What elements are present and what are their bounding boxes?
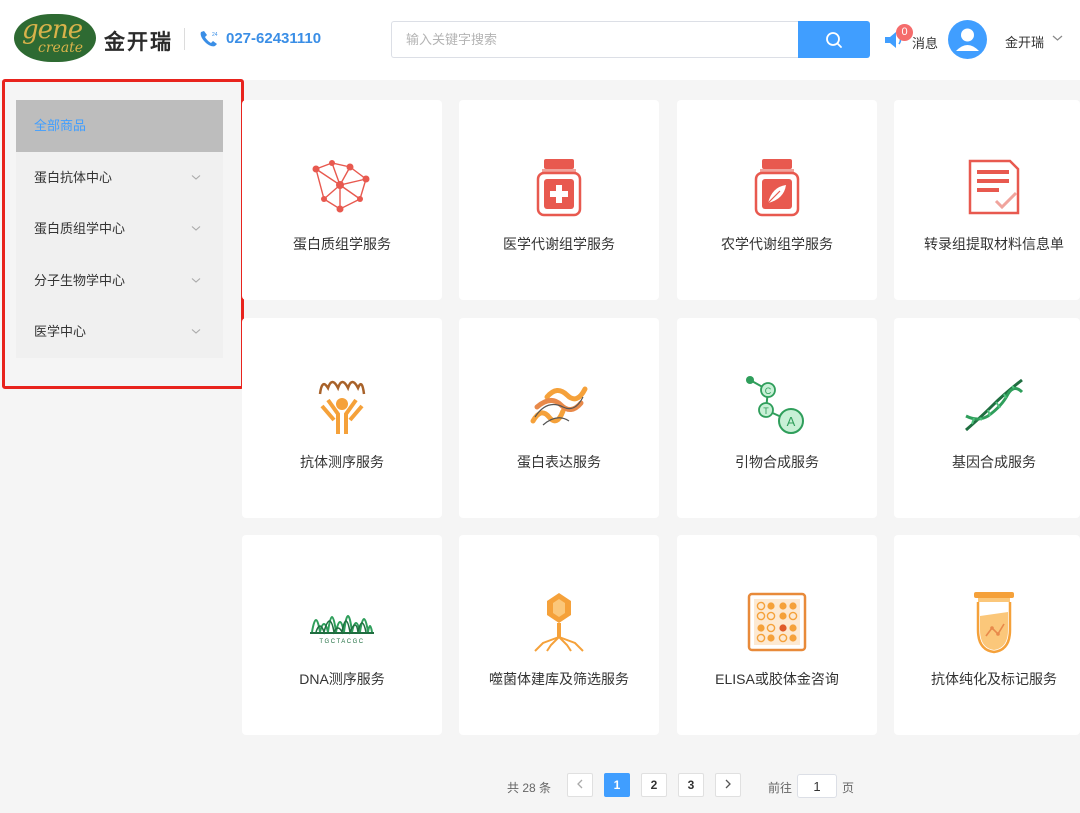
product-title: 蛋白质组学服务 — [293, 236, 391, 252]
brand-name: 金开瑞 — [104, 29, 173, 54]
product-title: 蛋白表达服务 — [517, 454, 601, 470]
svg-text:C: C — [765, 386, 772, 396]
dna-helix-icon — [965, 378, 1024, 432]
messages-button[interactable]: 0 消息 — [884, 24, 944, 56]
protein-network-icon — [312, 160, 370, 213]
primer-chain-icon: C T A — [746, 376, 804, 434]
product-title: DNA测序服务 — [299, 671, 385, 687]
user-icon — [956, 28, 979, 51]
chevron-down-icon — [191, 277, 201, 283]
prev-page-button[interactable] — [567, 773, 593, 797]
search-icon — [826, 31, 842, 48]
sequencing-label: TGCTACGC — [319, 639, 364, 645]
chevron-down-icon — [191, 174, 201, 180]
product-title: 基因合成服务 — [952, 454, 1036, 470]
sidebar-item-label: 全部商品 — [34, 118, 87, 133]
product-title: 医学代谢组学服务 — [503, 236, 615, 252]
search-button[interactable] — [798, 21, 870, 58]
document-form-icon — [968, 159, 1020, 215]
next-page-button[interactable] — [715, 773, 741, 797]
product-card-phage-library[interactable]: 噬菌体建库及筛选服务 — [459, 535, 659, 735]
sidebar-item-label: 蛋白抗体中心 — [34, 169, 113, 185]
product-title: 引物合成服务 — [735, 454, 819, 470]
pagination: 共 28 条 1 2 3 前往 页 — [0, 772, 1080, 802]
product-card-gene-synthesis[interactable]: 基因合成服务 — [894, 318, 1080, 518]
sidebar-item-molecular-biology[interactable]: 分子生物学中心 — [16, 255, 223, 307]
antibody-icon — [318, 380, 366, 434]
message-count-badge: 0 — [896, 24, 913, 41]
product-card-proteomics[interactable]: 蛋白质组学服务 — [242, 100, 442, 300]
category-sidebar: 全部商品 蛋白抗体中心 蛋白质组学中心 分子生物学中心 医学中心 — [16, 100, 223, 358]
goto-label: 前往 — [768, 781, 793, 795]
svg-text:A: A — [787, 414, 796, 429]
pagination-total: 共 28 条 — [507, 781, 552, 795]
page-button-3[interactable]: 3 — [678, 773, 704, 797]
phage-icon — [534, 593, 584, 652]
product-card-dna-sequencing[interactable]: TGCTACGC DNA测序服务 — [242, 535, 442, 735]
product-title: 抗体纯化及标记服务 — [931, 671, 1057, 687]
product-card-agri-metabolomics[interactable]: 农学代谢组学服务 — [677, 100, 877, 300]
sidebar-item-label: 医学中心 — [34, 324, 87, 339]
product-card-medical-metabolomics[interactable]: 医学代谢组学服务 — [459, 100, 659, 300]
test-tube-icon — [974, 592, 1014, 654]
product-card-protein-expression[interactable]: 蛋白表达服务 — [459, 318, 659, 518]
product-title: ELISA或胶体金咨询 — [715, 671, 839, 687]
agri-bottle-icon — [754, 159, 800, 217]
elisa-plate-icon — [747, 592, 807, 652]
chevron-down-icon[interactable] — [1052, 34, 1063, 42]
chevron-down-icon — [191, 226, 201, 231]
sidebar-item-label: 蛋白质组学中心 — [34, 221, 126, 236]
protein-structure-icon — [530, 386, 588, 426]
medicine-bottle-icon — [536, 159, 582, 217]
chevron-right-icon — [725, 779, 731, 789]
svg-text:T: T — [763, 406, 769, 416]
logo-word-create: create — [38, 40, 84, 56]
search-input[interactable] — [391, 21, 798, 58]
sidebar-item-medical[interactable]: 医学中心 — [16, 306, 223, 358]
product-card-elisa[interactable]: ELISA或胶体金咨询 — [677, 535, 877, 735]
header-divider — [184, 28, 185, 50]
phone-icon: 24 — [200, 31, 218, 47]
phone-number[interactable]: 027-62431110 — [226, 30, 321, 47]
top-header: gene create 金开瑞 24 027-62431110 0 消息 金开瑞 — [0, 0, 1080, 80]
product-card-antibody-purification[interactable]: 抗体纯化及标记服务 — [894, 535, 1080, 735]
product-title: 转录组提取材料信息单 — [924, 236, 1064, 252]
sidebar-item-proteomics[interactable]: 蛋白质组学中心 — [16, 203, 223, 255]
product-title: 噬菌体建库及筛选服务 — [489, 671, 629, 687]
page-button-1[interactable]: 1 — [604, 773, 630, 797]
sidebar-item-all-products[interactable]: 全部商品 — [16, 100, 223, 152]
product-card-primer-synthesis[interactable]: C T A 引物合成服务 — [677, 318, 877, 518]
product-card-antibody-sequencing[interactable]: 抗体测序服务 — [242, 318, 442, 518]
user-avatar[interactable] — [948, 20, 987, 59]
sidebar-item-label: 分子生物学中心 — [34, 272, 126, 288]
messages-label: 消息 — [912, 36, 939, 51]
sidebar-item-protein-antibody[interactable]: 蛋白抗体中心 — [16, 152, 223, 204]
company-logo[interactable]: gene create — [14, 14, 96, 62]
product-title: 农学代谢组学服务 — [721, 236, 833, 252]
page-button-2[interactable]: 2 — [641, 773, 667, 797]
goto-page-input[interactable] — [797, 774, 837, 798]
username[interactable]: 金开瑞 — [1005, 32, 1044, 51]
product-title: 抗体测序服务 — [300, 454, 384, 470]
goto-suffix: 页 — [842, 781, 855, 795]
sequencing-peaks-icon: TGCTACGC — [310, 615, 374, 645]
chevron-left-icon — [577, 779, 583, 789]
chevron-down-icon — [191, 329, 201, 334]
svg-text:24: 24 — [212, 32, 218, 38]
product-card-transcriptome-form[interactable]: 转录组提取材料信息单 — [894, 100, 1080, 300]
